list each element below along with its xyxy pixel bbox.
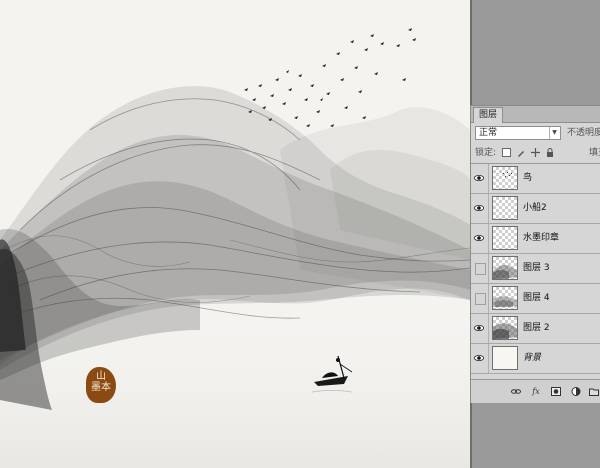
ink-thumbnail-art xyxy=(493,296,517,307)
visibility-off-box xyxy=(475,263,486,275)
lock-transparency-icon[interactable] xyxy=(501,148,511,157)
lock-pixels-icon[interactable] xyxy=(517,149,525,157)
eye-icon xyxy=(474,174,484,182)
layer-name: 图层 3 xyxy=(523,263,550,273)
layers-list: 鸟 小船2 水墨印章 图层 3 图层 4 图层 2 背景 xyxy=(471,163,600,380)
ink-seal: 山 墨本 xyxy=(86,367,116,403)
blend-mode-select[interactable]: 正常 ▼ xyxy=(475,126,561,140)
chevron-down-icon: ▼ xyxy=(549,127,559,139)
visibility-toggle[interactable] xyxy=(471,194,489,223)
blend-mode-value: 正常 xyxy=(479,128,498,138)
layer-thumbnail xyxy=(492,226,518,250)
layer-row-background[interactable]: 背景 xyxy=(471,344,600,374)
layer-name: 图层 2 xyxy=(523,323,550,333)
fill-label: 填充 xyxy=(589,148,600,158)
seal-text-line2: 墨本 xyxy=(91,382,111,393)
new-group-icon[interactable] xyxy=(589,387,599,396)
image-canvas[interactable]: 山 墨本 xyxy=(0,0,470,468)
visibility-toggle[interactable] xyxy=(471,314,489,343)
eye-icon xyxy=(474,234,484,242)
lock-position-icon[interactable] xyxy=(530,148,540,157)
layer-name: 背景 xyxy=(523,353,542,363)
panel-footer: fx xyxy=(471,379,600,403)
layer-row-layer-2[interactable]: 图层 2 xyxy=(471,314,600,344)
visibility-toggle[interactable] xyxy=(471,254,489,283)
visibility-toggle[interactable] xyxy=(471,164,489,193)
layer-row-layer-4[interactable]: 图层 4 xyxy=(471,284,600,314)
lock-row: 锁定: 填充 xyxy=(475,146,600,160)
layer-name: 小船2 xyxy=(523,203,547,213)
visibility-toggle[interactable] xyxy=(471,344,489,373)
visibility-toggle[interactable] xyxy=(471,224,489,253)
tab-layers[interactable]: 图层 xyxy=(473,107,504,123)
lock-label: 锁定: xyxy=(475,148,497,158)
layer-row-seal[interactable]: 水墨印章 xyxy=(471,224,600,254)
layer-name: 水墨印章 xyxy=(523,233,560,243)
layer-thumbnail xyxy=(492,316,518,340)
layer-mask-icon[interactable] xyxy=(551,387,561,396)
panel-tab-bar: 图层 xyxy=(471,106,600,123)
eye-icon xyxy=(474,204,484,212)
ink-landscape-artwork xyxy=(0,28,470,468)
layer-style-icon[interactable]: fx xyxy=(531,387,541,396)
visibility-toggle[interactable] xyxy=(471,284,489,313)
link-layers-icon[interactable] xyxy=(511,387,521,396)
eye-icon xyxy=(474,354,484,362)
layer-thumbnail xyxy=(492,346,518,370)
layer-thumbnail xyxy=(492,196,518,220)
ink-thumbnail-art xyxy=(493,323,517,339)
ink-thumbnail-art xyxy=(493,264,517,279)
opacity-label: 不透明度 xyxy=(567,128,600,138)
layer-name: 鸟 xyxy=(523,173,533,183)
eye-icon xyxy=(474,324,484,332)
visibility-off-box xyxy=(475,293,486,305)
layer-row-birds[interactable]: 鸟 xyxy=(471,164,600,194)
lock-all-icon[interactable] xyxy=(546,148,554,157)
layer-thumbnail xyxy=(492,256,518,280)
adjustment-layer-icon[interactable] xyxy=(571,387,581,396)
layer-row-layer-3[interactable]: 图层 3 xyxy=(471,254,600,284)
birds-thumbnail-art xyxy=(503,172,512,177)
layer-thumbnail xyxy=(492,166,518,190)
layer-name: 图层 4 xyxy=(523,293,550,303)
layers-panel: 图层 正常 ▼ 不透明度 锁定: 填充 xyxy=(470,105,600,403)
seal-text-line1: 山 xyxy=(96,371,106,382)
layer-thumbnail xyxy=(492,286,518,310)
layer-row-boat[interactable]: 小船2 xyxy=(471,194,600,224)
